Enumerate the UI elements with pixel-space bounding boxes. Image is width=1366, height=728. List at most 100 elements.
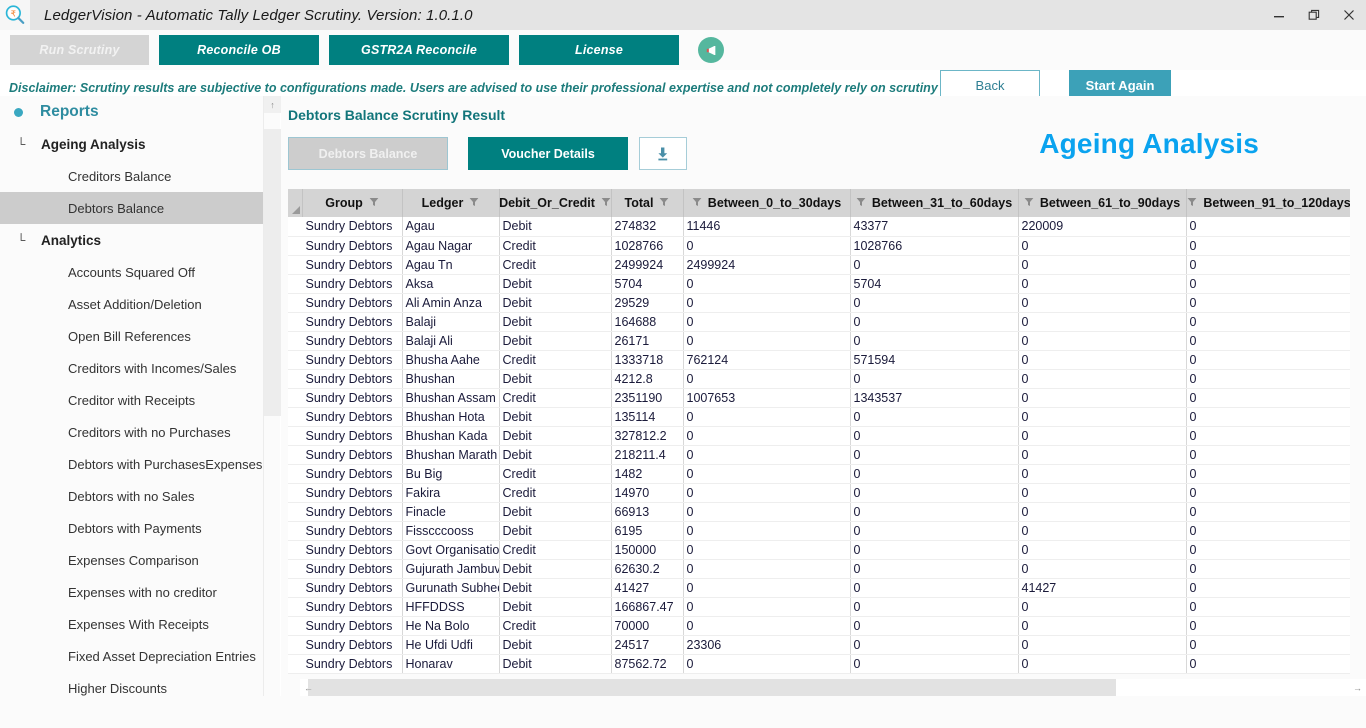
row-selector-cell[interactable] bbox=[288, 331, 303, 351]
cell-between-91-to-120days[interactable]: 0 bbox=[1186, 483, 1353, 503]
cell-between-0-to-30days[interactable]: 0 bbox=[683, 312, 851, 332]
cell-total[interactable]: 166867.47 bbox=[611, 597, 684, 617]
gstr2a-reconcile-button[interactable]: GSTR2A Reconcile bbox=[329, 35, 509, 65]
cell-between-61-to-90days[interactable]: 0 bbox=[1018, 255, 1187, 275]
cell-between-31-to-60days[interactable]: 43377 bbox=[850, 217, 1019, 237]
row-selector-cell[interactable] bbox=[288, 540, 303, 560]
cell-between-0-to-30days[interactable]: 0 bbox=[683, 274, 851, 294]
grid-header-between-31-to-60days[interactable]: Between_31_to_60days bbox=[850, 189, 1019, 217]
cell-between-0-to-30days[interactable]: 762124 bbox=[683, 350, 851, 370]
cell-between-31-to-60days[interactable]: 0 bbox=[850, 426, 1019, 446]
cell-between-61-to-90days[interactable]: 0 bbox=[1018, 426, 1187, 446]
cell-debit-or-credit[interactable]: Credit bbox=[499, 464, 612, 484]
cell-between-31-to-60days[interactable]: 0 bbox=[850, 597, 1019, 617]
tab-voucher-details[interactable]: Voucher Details bbox=[468, 137, 628, 170]
cell-group[interactable]: Sundry Debtors bbox=[302, 597, 403, 617]
cell-between-0-to-30days[interactable]: 1007653 bbox=[683, 388, 851, 408]
sidebar-item-debtors-balance[interactable]: Debtors Balance bbox=[0, 192, 263, 224]
row-selector-cell[interactable] bbox=[288, 236, 303, 256]
sidebar-item-debtors-with-no-sales[interactable]: Debtors with no Sales bbox=[0, 480, 263, 512]
cell-between-0-to-30days[interactable]: 0 bbox=[683, 293, 851, 313]
cell-between-91-to-120days[interactable]: 0 bbox=[1186, 407, 1353, 427]
sidebar-item-expenses-with-no-creditor[interactable]: Expenses with no creditor bbox=[0, 576, 263, 608]
table-row[interactable]: Sundry Debtors Bhusha Aahe Credit 1333718 76… bbox=[288, 350, 1366, 370]
cell-debit-or-credit[interactable]: Debit bbox=[499, 635, 612, 655]
cell-ledger[interactable]: HFFDDSS bbox=[402, 597, 500, 617]
table-row[interactable]: Sundry Debtors Fisscccooss Debit 6195 0 0 0 0 bbox=[288, 521, 1366, 541]
minimize-button[interactable] bbox=[1261, 0, 1296, 30]
cell-ledger[interactable]: Aksa bbox=[402, 274, 500, 294]
cell-group[interactable]: Sundry Debtors bbox=[302, 293, 403, 313]
filter-icon[interactable] bbox=[856, 197, 866, 210]
filter-icon[interactable] bbox=[659, 197, 669, 210]
grid-header-total[interactable]: Total bbox=[611, 189, 684, 217]
grid-header-debit-or-credit[interactable]: Debit_Or_Credit bbox=[499, 189, 612, 217]
row-selector-cell[interactable] bbox=[288, 426, 303, 446]
cell-ledger[interactable]: Agau bbox=[402, 217, 500, 237]
cell-between-91-to-120days[interactable]: 0 bbox=[1186, 350, 1353, 370]
cell-total[interactable]: 6195 bbox=[611, 521, 684, 541]
cell-between-91-to-120days[interactable]: 0 bbox=[1186, 255, 1353, 275]
cell-total[interactable]: 29529 bbox=[611, 293, 684, 313]
cell-total[interactable]: 150000 bbox=[611, 540, 684, 560]
cell-debit-or-credit[interactable]: Debit bbox=[499, 578, 612, 598]
cell-between-61-to-90days[interactable]: 0 bbox=[1018, 369, 1187, 389]
cell-group[interactable]: Sundry Debtors bbox=[302, 635, 403, 655]
cell-between-0-to-30days[interactable]: 0 bbox=[683, 426, 851, 446]
cell-between-61-to-90days[interactable]: 0 bbox=[1018, 559, 1187, 579]
cell-total[interactable]: 274832 bbox=[611, 217, 684, 237]
cell-debit-or-credit[interactable]: Credit bbox=[499, 350, 612, 370]
hscroll-thumb[interactable] bbox=[308, 679, 1116, 696]
cell-between-91-to-120days[interactable]: 0 bbox=[1186, 369, 1353, 389]
cell-between-91-to-120days[interactable]: 0 bbox=[1186, 635, 1353, 655]
row-selector-cell[interactable] bbox=[288, 255, 303, 275]
cell-total[interactable]: 24517 bbox=[611, 635, 684, 655]
cell-between-61-to-90days[interactable]: 220009 bbox=[1018, 217, 1187, 237]
grid-header-ledger[interactable]: Ledger bbox=[402, 189, 500, 217]
cell-debit-or-credit[interactable]: Debit bbox=[499, 369, 612, 389]
sidebar-group-analytics[interactable]: └ Analytics bbox=[0, 224, 263, 256]
cell-between-91-to-120days[interactable]: 0 bbox=[1186, 521, 1353, 541]
cell-total[interactable]: 70000 bbox=[611, 616, 684, 636]
cell-between-61-to-90days[interactable]: 0 bbox=[1018, 597, 1187, 617]
row-selector-cell[interactable] bbox=[288, 369, 303, 389]
cell-between-0-to-30days[interactable]: 0 bbox=[683, 578, 851, 598]
cell-debit-or-credit[interactable]: Debit bbox=[499, 293, 612, 313]
sidebar-item-expenses-with-receipts[interactable]: Expenses With Receipts bbox=[0, 608, 263, 640]
sidebar-root-reports[interactable]: Reports bbox=[0, 96, 263, 128]
sidebar-group-ageing-analysis[interactable]: └ Ageing Analysis bbox=[0, 128, 263, 160]
row-selector-cell[interactable] bbox=[288, 407, 303, 427]
table-row[interactable]: Sundry Debtors Balaji Debit 164688 0 0 0 0 bbox=[288, 312, 1366, 332]
sidebar-scrollbar[interactable]: ↑ ↓ bbox=[263, 96, 281, 728]
cell-debit-or-credit[interactable]: Debit bbox=[499, 407, 612, 427]
grid-header-between-91-to-120days[interactable]: Between_91_to_120days bbox=[1186, 189, 1353, 217]
cell-total[interactable]: 26171 bbox=[611, 331, 684, 351]
cell-debit-or-credit[interactable]: Debit bbox=[499, 274, 612, 294]
cell-total[interactable]: 2499924 bbox=[611, 255, 684, 275]
row-selector-cell[interactable] bbox=[288, 445, 303, 465]
cell-debit-or-credit[interactable]: Credit bbox=[499, 540, 612, 560]
cell-between-31-to-60days[interactable]: 0 bbox=[850, 312, 1019, 332]
table-row[interactable]: Sundry Debtors Honarav Debit 87562.72 0 0 0 0 bbox=[288, 654, 1366, 674]
cell-ledger[interactable]: He Ufdi Udfi bbox=[402, 635, 500, 655]
cell-between-61-to-90days[interactable]: 0 bbox=[1018, 236, 1187, 256]
cell-between-31-to-60days[interactable]: 0 bbox=[850, 654, 1019, 674]
megaphone-icon[interactable] bbox=[698, 37, 724, 63]
cell-between-61-to-90days[interactable]: 0 bbox=[1018, 521, 1187, 541]
cell-between-91-to-120days[interactable]: 0 bbox=[1186, 274, 1353, 294]
sidebar-item-accounts-squared-off[interactable]: Accounts Squared Off bbox=[0, 256, 263, 288]
cell-between-31-to-60days[interactable]: 0 bbox=[850, 407, 1019, 427]
table-row[interactable]: Sundry Debtors Bhushan Marath Debit 218211.… bbox=[288, 445, 1366, 465]
hscroll-right-arrow-icon[interactable]: → bbox=[1349, 679, 1366, 696]
row-selector-cell[interactable] bbox=[288, 521, 303, 541]
cell-group[interactable]: Sundry Debtors bbox=[302, 559, 403, 579]
cell-between-0-to-30days[interactable]: 0 bbox=[683, 331, 851, 351]
cell-between-61-to-90days[interactable]: 0 bbox=[1018, 616, 1187, 636]
row-selector-cell[interactable] bbox=[288, 597, 303, 617]
cell-between-0-to-30days[interactable]: 23306 bbox=[683, 635, 851, 655]
cell-between-0-to-30days[interactable]: 0 bbox=[683, 597, 851, 617]
hscroll-left-arrow-icon[interactable]: ← bbox=[300, 679, 317, 696]
cell-between-91-to-120days[interactable]: 0 bbox=[1186, 331, 1353, 351]
cell-between-31-to-60days[interactable]: 0 bbox=[850, 578, 1019, 598]
table-row[interactable]: Sundry Debtors Bhushan Assam Credit 2351190… bbox=[288, 388, 1366, 408]
